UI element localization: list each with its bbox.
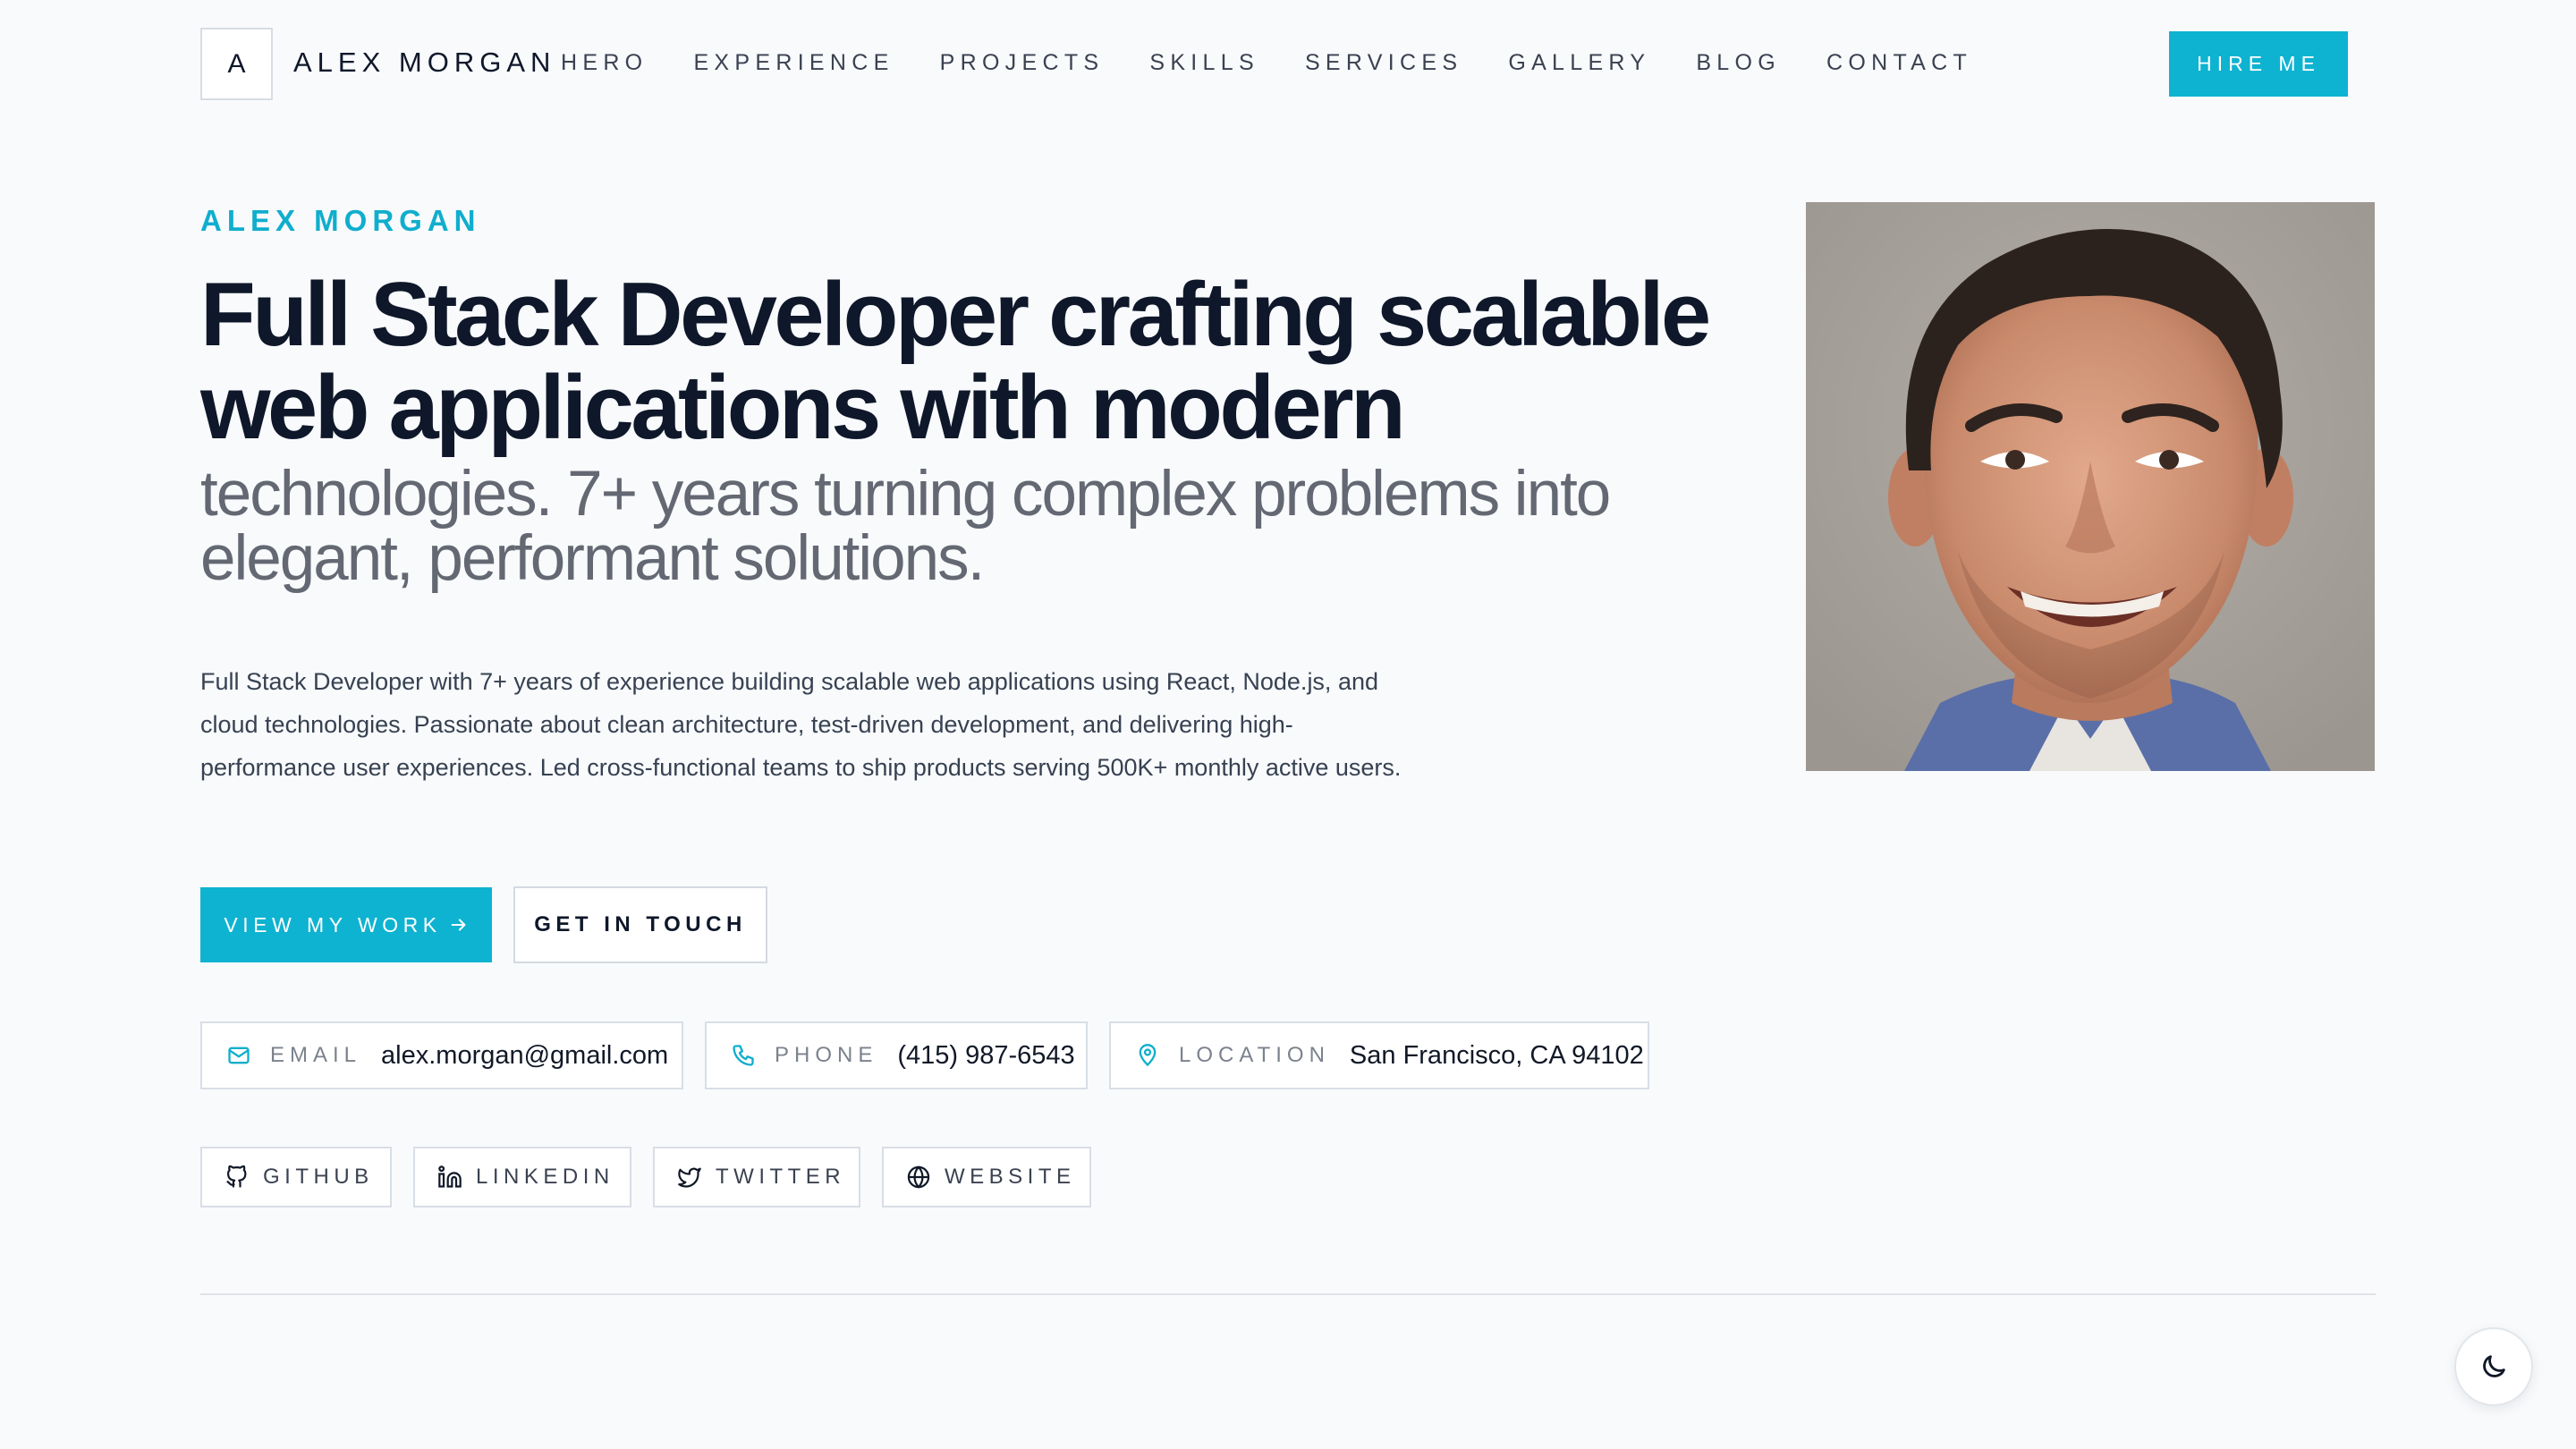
location-value: San Francisco, CA 94102 [1349,1040,1644,1070]
logo-mark[interactable]: A [200,28,273,100]
phone-chip[interactable]: PHONE (415) 987-6543 [705,1021,1088,1089]
map-pin-icon [1134,1042,1161,1069]
location-chip[interactable]: LOCATION San Francisco, CA 94102 [1109,1021,1649,1089]
github-link[interactable]: GITHUB [200,1147,392,1208]
hire-me-button[interactable]: HIRE ME [2169,31,2348,97]
nav-link-gallery[interactable]: GALLERY [1508,50,1650,76]
hero-subheadline: technologies. 7+ years turning complex p… [200,459,1611,594]
nav-link-skills[interactable]: SKILLS [1149,50,1259,76]
get-in-touch-button[interactable]: GET IN TOUCH [513,886,767,963]
twitter-icon [676,1164,703,1191]
website-link[interactable]: WEBSITE [882,1147,1091,1208]
hero-eyebrow: ALEX MORGAN [200,204,481,237]
theme-toggle-button[interactable] [2454,1327,2533,1406]
hero-headline: Full Stack Developer crafting scalable w… [200,265,1711,458]
email-value: alex.morgan@gmail.com [381,1040,669,1070]
phone-icon [730,1042,757,1069]
email-chip[interactable]: EMAIL alex.morgan@gmail.com [200,1021,683,1089]
linkedin-icon [436,1164,463,1191]
phone-value: (415) 987-6543 [897,1040,1075,1070]
brand-name[interactable]: ALEX MORGAN [293,47,555,79]
logo-letter: A [227,48,246,79]
nav-link-hero[interactable]: HERO [561,50,648,76]
linkedin-label: LINKEDIN [476,1165,614,1189]
view-my-work-label: VIEW MY WORK [224,912,442,936]
github-label: GITHUB [263,1165,374,1189]
phone-label: PHONE [775,1043,878,1067]
section-divider [200,1293,2376,1295]
nav-link-blog[interactable]: BLOG [1696,50,1781,76]
nav-links: HERO EXPERIENCE PROJECTS SKILLS SERVICES… [561,50,1972,76]
arrow-right-icon [451,919,466,931]
location-label: LOCATION [1179,1043,1330,1067]
top-navigation: A ALEX MORGAN HERO EXPERIENCE PROJECTS S… [0,0,2576,128]
twitter-link[interactable]: TWITTER [653,1147,860,1208]
nav-link-contact[interactable]: CONTACT [1826,50,1972,76]
website-label: WEBSITE [945,1165,1076,1189]
globe-icon [905,1164,932,1191]
twitter-label: TWITTER [716,1165,846,1189]
portrait-illustration [1806,202,2375,771]
view-my-work-button[interactable]: VIEW MY WORK [200,887,492,962]
nav-link-projects[interactable]: PROJECTS [940,50,1105,76]
github-icon [224,1164,250,1191]
hero-bio: Full Stack Developer with 7+ years of ex… [200,668,1402,781]
linkedin-link[interactable]: LINKEDIN [413,1147,631,1208]
nav-link-services[interactable]: SERVICES [1305,50,1462,76]
mail-icon [225,1042,252,1069]
moon-icon [2483,1355,2505,1377]
profile-photo [1806,202,2375,771]
nav-link-experience[interactable]: EXPERIENCE [693,50,894,76]
email-label: EMAIL [270,1043,362,1067]
